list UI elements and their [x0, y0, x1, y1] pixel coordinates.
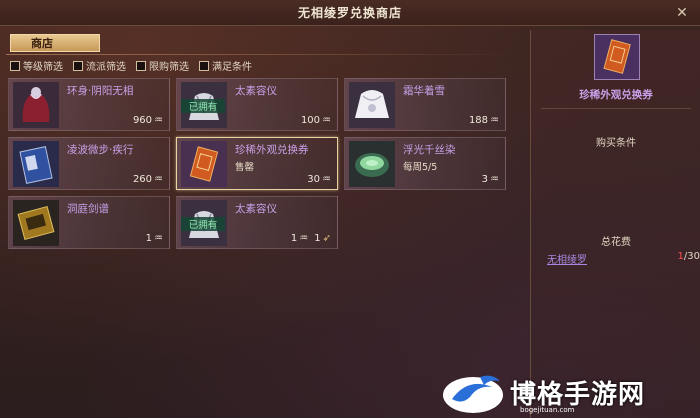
filter-limit[interactable]: 限购筛选 [136, 58, 189, 73]
price-value: 30 [307, 174, 321, 185]
item-name: 太素容仪 [235, 203, 277, 215]
white-outfit-icon [349, 82, 395, 128]
watermark-text: 博格手游网 [510, 379, 646, 410]
price-value: 1 [145, 233, 153, 244]
dye-bowl-icon [349, 141, 395, 187]
silk-currency-icon: ♒ [154, 115, 163, 126]
owned-tag: 已拥有 [181, 217, 225, 231]
price-value: 188 [468, 115, 489, 126]
purchase-condition-label: 购买条件 [596, 138, 636, 149]
price-value-2: 1 [314, 233, 321, 244]
window-title: 无相绫罗兑换商店 [297, 6, 402, 20]
detail-panel: 珍稀外观兑换券 购买条件 总花费 无相绫罗 1/30 [530, 30, 700, 418]
silk-currency-icon: ♒ [322, 174, 331, 185]
watermark-url: bogejituan.com [520, 406, 575, 414]
item-name: 太素容仪 [235, 85, 277, 97]
book-icon [13, 141, 59, 187]
title-bar: 无相绫罗兑换商店 ✕ [0, 0, 700, 26]
cost-item-link[interactable]: 无相绫罗 [547, 251, 587, 266]
item-name: 洞庭剑谱 [67, 203, 109, 215]
total-cost-label: 总花费 [601, 237, 631, 248]
item-price: 1 ♒ [146, 233, 163, 244]
filter-school-label: 流派筛选 [86, 62, 126, 73]
shop-window: 无相绫罗兑换商店 ✕ 商店 等级筛选 流派筛选 限购筛选 满足条件 环身·阴阳无… [0, 0, 700, 418]
cost-need: /30 [683, 251, 700, 262]
filter-bar: 等级筛选 流派筛选 限购筛选 满足条件 [10, 58, 252, 73]
detail-item-name: 珍稀外观兑换券 [579, 89, 653, 101]
item-card-selected[interactable]: 珍稀外观兑换券 售罄 30 ♒ [176, 137, 338, 190]
item-name: 浮光千丝染 [403, 144, 456, 156]
scroll-box-icon [13, 200, 59, 246]
item-price: 100 ♒ [301, 115, 331, 126]
shop-panel: 商店 等级筛选 流派筛选 限购筛选 满足条件 环身·阴阳无相 960 ♒ 已拥有… [6, 30, 524, 418]
item-card[interactable]: 已拥有 太素容仪 1 ♒ 1 ➶ [176, 196, 338, 249]
item-price: 260 ♒ [133, 174, 163, 185]
close-icon: ✕ [676, 5, 688, 21]
silk-currency-icon: ♒ [322, 115, 331, 126]
item-name: 珍稀外观兑换券 [235, 144, 309, 156]
silk-currency-icon: ♒ [154, 233, 163, 244]
filter-eligible-label: 满足条件 [212, 62, 252, 73]
item-name: 霜华着雪 [403, 85, 445, 97]
tab-shop-label: 商店 [31, 37, 53, 50]
filter-limit-label: 限购筛选 [149, 62, 189, 73]
item-price: 1 ♒ 1 ➶ [291, 233, 331, 244]
silk-currency-icon: ♒ [490, 174, 499, 185]
filter-eligible[interactable]: 满足条件 [199, 58, 252, 73]
divider [541, 108, 691, 109]
price-value: 260 [132, 174, 153, 185]
price-value: 960 [132, 115, 153, 126]
filter-level-checkbox[interactable] [10, 60, 20, 71]
item-price: 30 ♒ [307, 174, 331, 185]
filter-eligible-checkbox[interactable] [199, 60, 209, 71]
feather-currency-icon: ➶ [322, 233, 331, 244]
item-card[interactable]: 环身·阴阳无相 960 ♒ [8, 78, 170, 131]
item-card[interactable]: 浮光千丝染 每周5/5 3 ♒ [344, 137, 506, 190]
close-button[interactable]: ✕ [672, 3, 692, 23]
filter-level[interactable]: 等级筛选 [10, 58, 63, 73]
price-value: 3 [481, 174, 489, 185]
tab-divider [6, 54, 524, 55]
item-weekly-limit: 每周5/5 [403, 162, 438, 173]
silk-currency-icon: ♒ [154, 174, 163, 185]
filter-school[interactable]: 流派筛选 [73, 58, 126, 73]
voucher-icon [594, 34, 640, 80]
cost-count: 1/30 [678, 251, 700, 262]
item-sold-out: 售罄 [235, 162, 255, 173]
item-name: 环身·阴阳无相 [67, 85, 134, 97]
item-price: 188 ♒ [469, 115, 499, 126]
filter-level-label: 等级筛选 [23, 62, 63, 73]
filter-school-checkbox[interactable] [73, 60, 83, 71]
bird-logo-icon [443, 375, 503, 413]
item-name: 凌波微步·疾行 [67, 144, 134, 156]
robe-icon [13, 82, 59, 128]
item-card[interactable]: 洞庭剑谱 1 ♒ [8, 196, 170, 249]
item-card[interactable]: 凌波微步·疾行 260 ♒ [8, 137, 170, 190]
price-value: 100 [300, 115, 321, 126]
owned-tag: 已拥有 [181, 99, 225, 113]
tab-shop[interactable]: 商店 [10, 34, 100, 52]
item-price: 960 ♒ [133, 115, 163, 126]
silk-currency-icon: ♒ [299, 233, 309, 244]
site-watermark: 博格手游网 bogejituan.com [440, 366, 700, 418]
item-price: 3 ♒ [482, 174, 499, 185]
silk-currency-icon: ♒ [490, 115, 499, 126]
item-card[interactable]: 霜华着雪 188 ♒ [344, 78, 506, 131]
filter-limit-checkbox[interactable] [136, 60, 146, 71]
item-card[interactable]: 已拥有 太素容仪 100 ♒ [176, 78, 338, 131]
voucher-icon [181, 141, 227, 187]
price-value: 1 [290, 233, 298, 244]
